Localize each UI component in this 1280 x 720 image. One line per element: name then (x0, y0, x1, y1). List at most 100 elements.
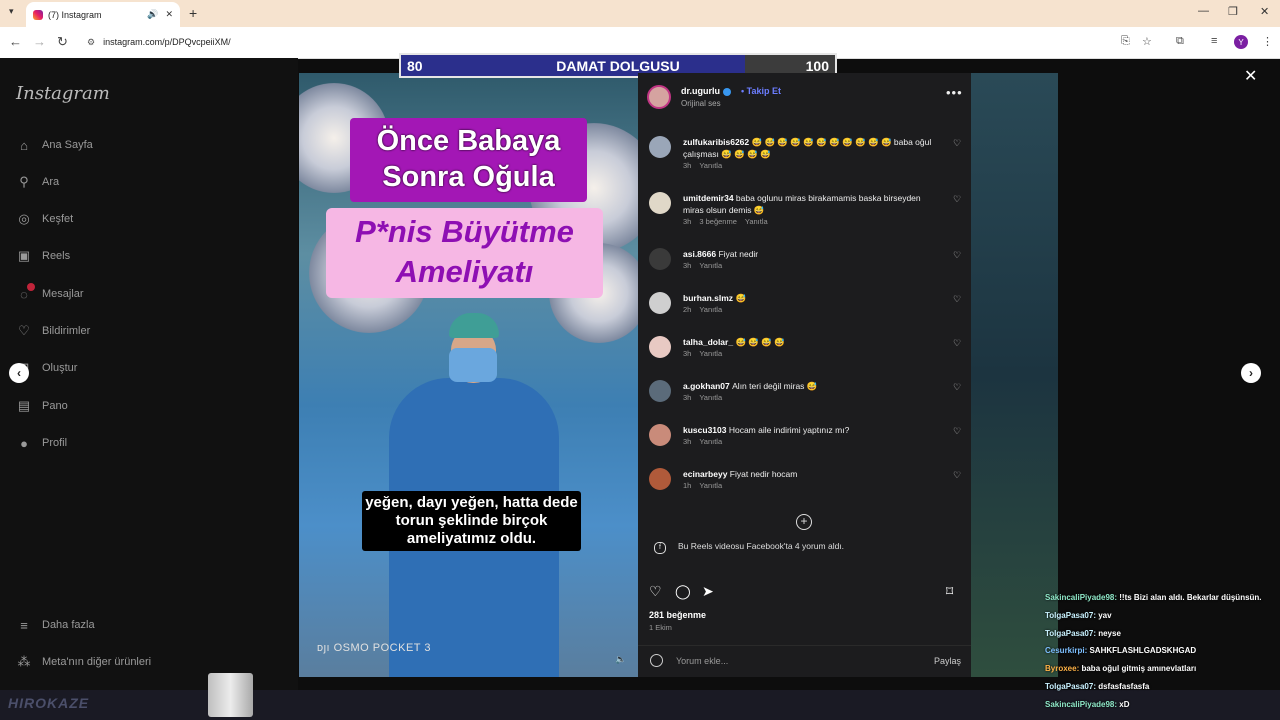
comment-like-icon[interactable]: ♡ (953, 294, 961, 305)
sidebar-more-label: Daha fazla (42, 619, 95, 631)
comment-bubble-icon[interactable]: ◯ (675, 583, 691, 600)
comment-like-icon[interactable]: ♡ (953, 194, 961, 205)
dashboard-icon: ▤ (17, 398, 31, 413)
volume-icon[interactable]: 🔈 (615, 654, 626, 665)
chat-text: neyse (1098, 628, 1121, 638)
heart-icon: ♡ (18, 323, 30, 338)
previous-post-chevron-icon[interactable]: ‹ (9, 363, 29, 383)
reply-button[interactable]: Yanıtla (699, 481, 722, 490)
browser-tab-bar: ▾ (7) Instagram 🔊 ✕ + — ❐ ✕ (0, 0, 1280, 27)
reel-video[interactable]: Önce Babaya Sonra Oğula P*nis Büyütme Am… (299, 73, 638, 677)
reply-button[interactable]: Yanıtla (745, 217, 768, 226)
comment-body: 😅 😅 😅 😅 (735, 337, 785, 347)
sidebar-item-label: Mesajlar (42, 288, 84, 300)
sidebar-item-reels[interactable]: ▣ Reels (16, 248, 70, 264)
compass-icon: ◎ (18, 211, 30, 226)
comment-like-icon[interactable]: ♡ (953, 382, 961, 393)
speaker-icon[interactable]: 🔊 (147, 9, 158, 20)
commenter-username[interactable]: talha_dolar_ (683, 337, 735, 347)
reply-button[interactable]: Yanıtla (699, 161, 722, 170)
comment-input[interactable]: Yorum ekle... (676, 656, 728, 666)
commenter-avatar[interactable] (649, 248, 671, 270)
sidebar-item-search[interactable]: ⚲ Ara (16, 174, 59, 190)
comment-text: zulfukaribis6262 😅 😅 😅 😅 😅 😅 😅 😅 😅 😅 😅 b… (683, 136, 938, 160)
more-options-icon[interactable]: ••• (946, 85, 963, 100)
load-more-comments-icon[interactable]: + (796, 514, 812, 530)
url-field[interactable]: ⚙ instagram.com/p/DPQvcpeiiXM/ (79, 31, 1165, 53)
sidebar-item-messages[interactable]: ◌ Mesajlar (16, 283, 84, 302)
commenter-avatar[interactable] (649, 424, 671, 446)
next-post-chevron-icon[interactable]: › (1241, 363, 1261, 383)
commenter-username[interactable]: burhan.slmz (683, 293, 735, 303)
share-send-icon[interactable]: ➤ (702, 583, 714, 600)
comment-like-icon[interactable]: ♡ (953, 470, 961, 481)
tab-search-icon[interactable]: ▾ (9, 6, 14, 17)
sidebar-item-home[interactable]: ⌂ Ana Sayfa (16, 137, 93, 153)
save-bookmark-icon[interactable]: ⌑ (946, 583, 953, 600)
bookmark-star-icon[interactable]: ☆ (1142, 35, 1152, 48)
comment-likes[interactable]: 3 beğenme (699, 217, 737, 226)
sidebar-item-explore[interactable]: ◎ Keşfet (16, 211, 73, 227)
window-close-icon[interactable]: ✕ (1260, 5, 1269, 18)
install-app-icon[interactable]: ⎘ (1121, 35, 1130, 48)
forward-icon[interactable]: → (33, 34, 46, 49)
reply-button[interactable]: Yanıtla (699, 349, 722, 358)
sidebar-meta-products[interactable]: ⁂ Meta'nın diğer ürünleri (16, 654, 152, 670)
audio-label[interactable]: Orijinal ses (681, 99, 721, 108)
commenter-username[interactable]: kuscu3103 (683, 425, 729, 435)
sidebar-item-profile[interactable]: ● Profil (16, 435, 67, 451)
sidebar-item-notifications[interactable]: ♡ Bildirimler (16, 323, 90, 339)
sidebar-more[interactable]: ≡ Daha fazla (16, 617, 95, 633)
restore-icon[interactable]: ❐ (1228, 5, 1238, 18)
commenter-username[interactable]: umitdemir34 (683, 193, 736, 203)
comment-like-icon[interactable]: ♡ (953, 426, 961, 437)
commenter-username[interactable]: ecinarbeyy (683, 469, 730, 479)
reply-button[interactable]: Yanıtla (699, 393, 722, 402)
likes-count[interactable]: 281 beğenme (649, 610, 706, 620)
commenter-avatar[interactable] (649, 192, 671, 214)
reply-button[interactable]: Yanıtla (699, 437, 722, 446)
sidebar-item-label: Ana Sayfa (42, 139, 93, 151)
post-comment-button[interactable]: Paylaş (934, 656, 961, 666)
emoji-icon[interactable] (650, 654, 663, 667)
commenter-avatar[interactable] (649, 468, 671, 490)
reply-button[interactable]: Yanıtla (699, 305, 722, 314)
author-name[interactable]: dr.ugurlu (681, 86, 731, 96)
reels-icon: ▣ (17, 248, 31, 263)
comment-like-icon[interactable]: ♡ (953, 138, 961, 149)
sidebar-item-label: Oluştur (42, 362, 78, 374)
chat-message: TolgaPasa07: neyse (1045, 625, 1280, 643)
title-line-2: Sonra Oğula (382, 161, 555, 193)
verified-icon (723, 87, 731, 96)
media-control-icon[interactable]: ≡ (1211, 35, 1217, 47)
comment-like-icon[interactable]: ♡ (953, 250, 961, 261)
browser-menu-icon[interactable]: ⋮ (1262, 35, 1273, 48)
commenter-username[interactable]: zulfukaribis6262 (683, 137, 752, 147)
close-modal-icon[interactable]: ✕ (1244, 66, 1257, 86)
commenter-avatar[interactable] (649, 136, 671, 158)
author-avatar[interactable] (647, 85, 671, 109)
reply-button[interactable]: Yanıtla (699, 261, 722, 270)
chat-message: Byroxee: baba oğul gitmiş amınevlatları (1045, 660, 1280, 678)
comment-meta: 3h Yanıtla (683, 437, 722, 446)
extensions-icon[interactable]: ⧉ (1176, 35, 1184, 48)
back-icon[interactable]: ← (9, 34, 22, 49)
browser-tab[interactable]: (7) Instagram 🔊 ✕ (26, 2, 180, 27)
like-heart-icon[interactable]: ♡ (649, 583, 662, 600)
site-info-icon[interactable]: ⚙ (87, 37, 95, 48)
commenter-avatar[interactable] (649, 380, 671, 402)
new-tab-icon[interactable]: + (189, 5, 197, 21)
minimize-icon[interactable]: — (1198, 5, 1209, 17)
profile-avatar[interactable]: Y (1234, 35, 1248, 49)
instagram-logo[interactable]: Instagram (16, 83, 110, 104)
tab-close-icon[interactable]: ✕ (165, 9, 173, 20)
follow-button[interactable]: • Takip Et (741, 86, 781, 96)
sidebar-item-dashboard[interactable]: ▤ Pano (16, 398, 68, 414)
reload-icon[interactable]: ↻ (57, 34, 68, 50)
progress-right-value: 100 (805, 58, 829, 74)
commenter-avatar[interactable] (649, 292, 671, 314)
commenter-username[interactable]: asi.8666 (683, 249, 718, 259)
commenter-username[interactable]: a.gokhan07 (683, 381, 732, 391)
comment-like-icon[interactable]: ♡ (953, 338, 961, 349)
commenter-avatar[interactable] (649, 336, 671, 358)
